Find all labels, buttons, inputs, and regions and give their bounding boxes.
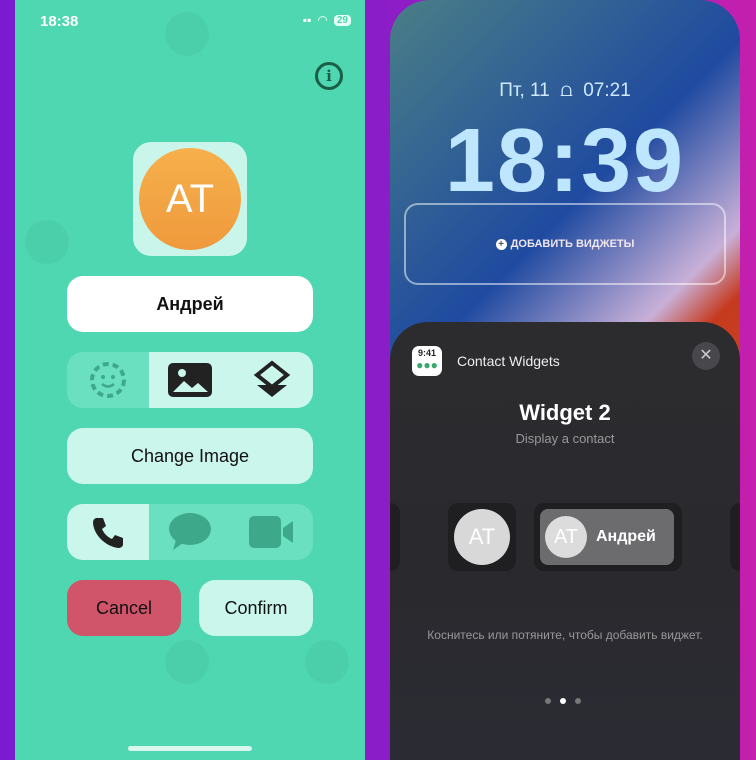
- widget-gallery-sheet: 9:41 ●●● Contact Widgets ✕ Widget 2 Displ…: [390, 322, 740, 760]
- action-selector[interactable]: [67, 504, 313, 560]
- widget-preview-prev[interactable]: [390, 503, 400, 571]
- status-icons: ▪▪ ◠ 29: [303, 13, 351, 27]
- status-time: 18:38: [40, 13, 79, 30]
- battery-icon: 29: [333, 14, 351, 26]
- page-dot[interactable]: [545, 698, 551, 704]
- page-dot[interactable]: [575, 698, 581, 704]
- background-person-icon: [25, 220, 69, 264]
- widget-subtitle: Display a contact: [515, 431, 615, 446]
- widget-wide-content: AT Андрей: [540, 509, 674, 565]
- message-icon[interactable]: [149, 504, 231, 560]
- layers-icon[interactable]: [231, 352, 313, 408]
- date-line: Пт, 11 ⩍ 07:21: [390, 80, 740, 102]
- widget-avatar: AT: [454, 509, 510, 565]
- name-field[interactable]: Андрей: [67, 276, 313, 332]
- cellular-icon: ▪▪: [302, 13, 312, 27]
- confirm-button[interactable]: Confirm: [199, 580, 313, 636]
- plus-circle-icon: +: [495, 238, 507, 250]
- sunrise-time: 07:21: [583, 80, 631, 101]
- cancel-button[interactable]: Cancel: [67, 580, 181, 636]
- photo-icon[interactable]: [149, 352, 231, 408]
- widget-avatar: AT: [545, 516, 587, 558]
- widget-title: Widget 2: [519, 400, 611, 425]
- widget-preview-next[interactable]: [730, 503, 740, 571]
- change-image-button[interactable]: Change Image: [67, 428, 313, 484]
- widget-name: Андрей: [596, 528, 656, 545]
- add-widgets-button[interactable]: + ДОБАВИТЬ ВИДЖЕТЫ: [404, 203, 726, 285]
- wifi-icon: ◠: [317, 13, 328, 27]
- avatar-container[interactable]: AT: [133, 142, 247, 256]
- image-mode-selector[interactable]: [67, 352, 313, 408]
- people-icon: ●●●: [416, 358, 438, 372]
- app-name: Contact Widgets: [457, 353, 560, 369]
- page-indicator[interactable]: [545, 698, 581, 704]
- sunrise-icon: ⩍: [555, 80, 578, 101]
- contact-editor-screen: 18:38 ▪▪ ◠ 29 i AT Андрей Change Image C…: [15, 0, 365, 760]
- app-icon: 9:41 ●●●: [412, 346, 442, 376]
- add-widgets-label: ДОБАВИТЬ ВИДЖЕТЫ: [510, 238, 635, 250]
- avatar: AT: [139, 148, 241, 250]
- close-icon: ✕: [699, 347, 713, 364]
- info-icon[interactable]: i: [315, 62, 343, 90]
- emoji-face-icon[interactable]: [67, 352, 149, 408]
- date-text: Пт, 11: [499, 80, 550, 101]
- widget-preview-wide[interactable]: AT Андрей: [534, 503, 682, 571]
- phone-icon[interactable]: [67, 504, 149, 560]
- background-person-icon: [305, 640, 349, 684]
- home-indicator[interactable]: [128, 746, 252, 751]
- lock-clock: 18:39: [444, 111, 686, 211]
- background-person-icon: [165, 12, 209, 56]
- video-icon[interactable]: [231, 504, 313, 560]
- lock-screen: Пт, 11 ⩍ 07:21 18:39 + ДОБАВИТЬ ВИДЖЕТЫ …: [390, 0, 740, 760]
- background-person-icon: [165, 640, 209, 684]
- close-button[interactable]: ✕: [692, 342, 720, 370]
- app-icon-time: 9:41: [417, 348, 436, 358]
- page-dot-active[interactable]: [560, 698, 566, 704]
- widget-preview-small[interactable]: AT: [448, 503, 516, 571]
- hint-text: Коснитесь или потяните, чтобы добавить в…: [427, 628, 703, 642]
